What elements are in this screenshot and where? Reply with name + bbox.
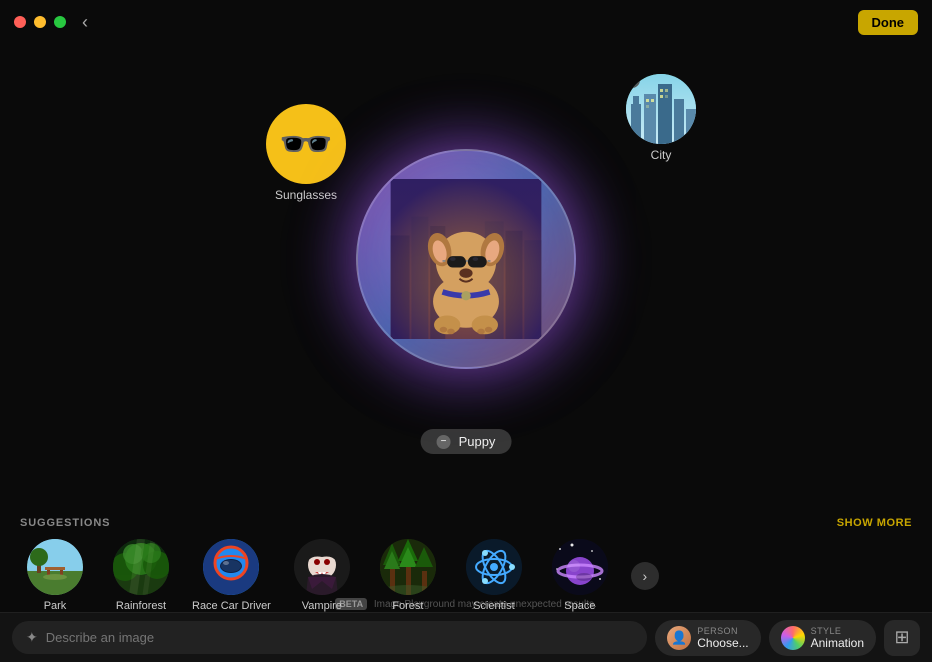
person-avatar: 👤 — [667, 626, 691, 650]
rainforest-scene — [113, 539, 169, 595]
remove-sunglasses-button[interactable]: − — [266, 104, 280, 118]
suggestion-item-rainforest[interactable]: Rainforest — [106, 539, 176, 612]
suggestion-item-park[interactable]: Park — [20, 539, 90, 612]
close-button[interactable] — [14, 16, 26, 28]
search-icon: ✦ — [26, 629, 38, 646]
suggestion-item-scientist[interactable]: Scientist — [459, 539, 529, 612]
person-label-small: PERSON — [697, 626, 738, 636]
park-label: Park — [44, 600, 67, 612]
sunglasses-emoji: 🕶️ — [279, 118, 334, 170]
floating-item-city[interactable]: − — [626, 74, 696, 162]
floating-item-puppy[interactable]: − Puppy — [421, 429, 512, 454]
suggestion-item-vampire[interactable]: Vampire — [287, 539, 357, 612]
scientist-scene — [466, 539, 522, 595]
vampire-label: Vampire — [302, 600, 342, 612]
style-label-main: Animation — [811, 636, 864, 650]
minimize-button[interactable] — [34, 16, 46, 28]
suggestion-item-space[interactable]: Space — [545, 539, 615, 612]
forest-scene — [380, 539, 436, 595]
style-button[interactable]: STYLE Animation — [769, 620, 876, 656]
vampire-scene — [294, 539, 350, 595]
city-bubble[interactable]: − — [626, 74, 696, 144]
gallery-button[interactable]: ⊞ — [884, 620, 920, 656]
suggestions-section: SUGGESTIONS SHOW MORE — [0, 517, 932, 612]
suggestion-item-forest[interactable]: Forest — [373, 539, 443, 612]
done-button[interactable]: Done — [858, 10, 919, 35]
remove-puppy-button[interactable]: − — [437, 435, 451, 449]
racecar-scene — [203, 539, 259, 595]
bottom-toolbar: ✦ 👤 PERSON Choose... STYLE Animation ⊞ — [0, 612, 932, 662]
style-label-small: STYLE — [811, 626, 842, 636]
style-text-group: STYLE Animation — [811, 626, 864, 650]
titlebar: ‹ Done — [0, 0, 932, 44]
person-label-main: Choose... — [697, 636, 748, 650]
traffic-lights — [14, 16, 66, 28]
suggestions-header: SUGGESTIONS SHOW MORE — [20, 517, 912, 529]
floating-item-sunglasses[interactable]: − 🕶️ Sunglasses — [266, 104, 346, 202]
maximize-button[interactable] — [54, 16, 66, 28]
park-scene — [27, 539, 83, 595]
person-button[interactable]: 👤 PERSON Choose... — [655, 620, 760, 656]
puppy-tag[interactable]: − Puppy — [421, 429, 512, 454]
search-input[interactable] — [46, 630, 634, 645]
suggestions-title: SUGGESTIONS — [20, 517, 110, 529]
sunglasses-bubble[interactable]: − 🕶️ — [266, 104, 346, 184]
canvas-area: − 🕶️ Sunglasses − — [0, 44, 932, 474]
space-scene — [552, 539, 608, 595]
suggestions-list: Park Rainforest — [20, 539, 912, 612]
scientist-label: Scientist — [473, 600, 515, 612]
puppy-label: Puppy — [459, 434, 496, 449]
space-label: Space — [564, 600, 595, 612]
forest-label: Forest — [392, 600, 423, 612]
city-label: City — [651, 148, 672, 162]
style-icon — [781, 626, 805, 650]
main-image-bubble — [356, 149, 576, 369]
search-field[interactable]: ✦ — [12, 621, 647, 654]
gallery-icon: ⊞ — [894, 627, 909, 648]
show-more-button[interactable]: SHOW MORE — [837, 517, 912, 529]
sunglasses-label: Sunglasses — [275, 188, 337, 202]
suggestion-item-race-car-driver[interactable]: Race Car Driver — [192, 539, 271, 612]
rainforest-label: Rainforest — [116, 600, 166, 612]
scroll-right-arrow[interactable]: › — [631, 562, 659, 590]
person-text-group: PERSON Choose... — [697, 626, 748, 650]
race-car-driver-label: Race Car Driver — [192, 600, 271, 612]
back-button[interactable]: ‹ — [82, 12, 88, 33]
